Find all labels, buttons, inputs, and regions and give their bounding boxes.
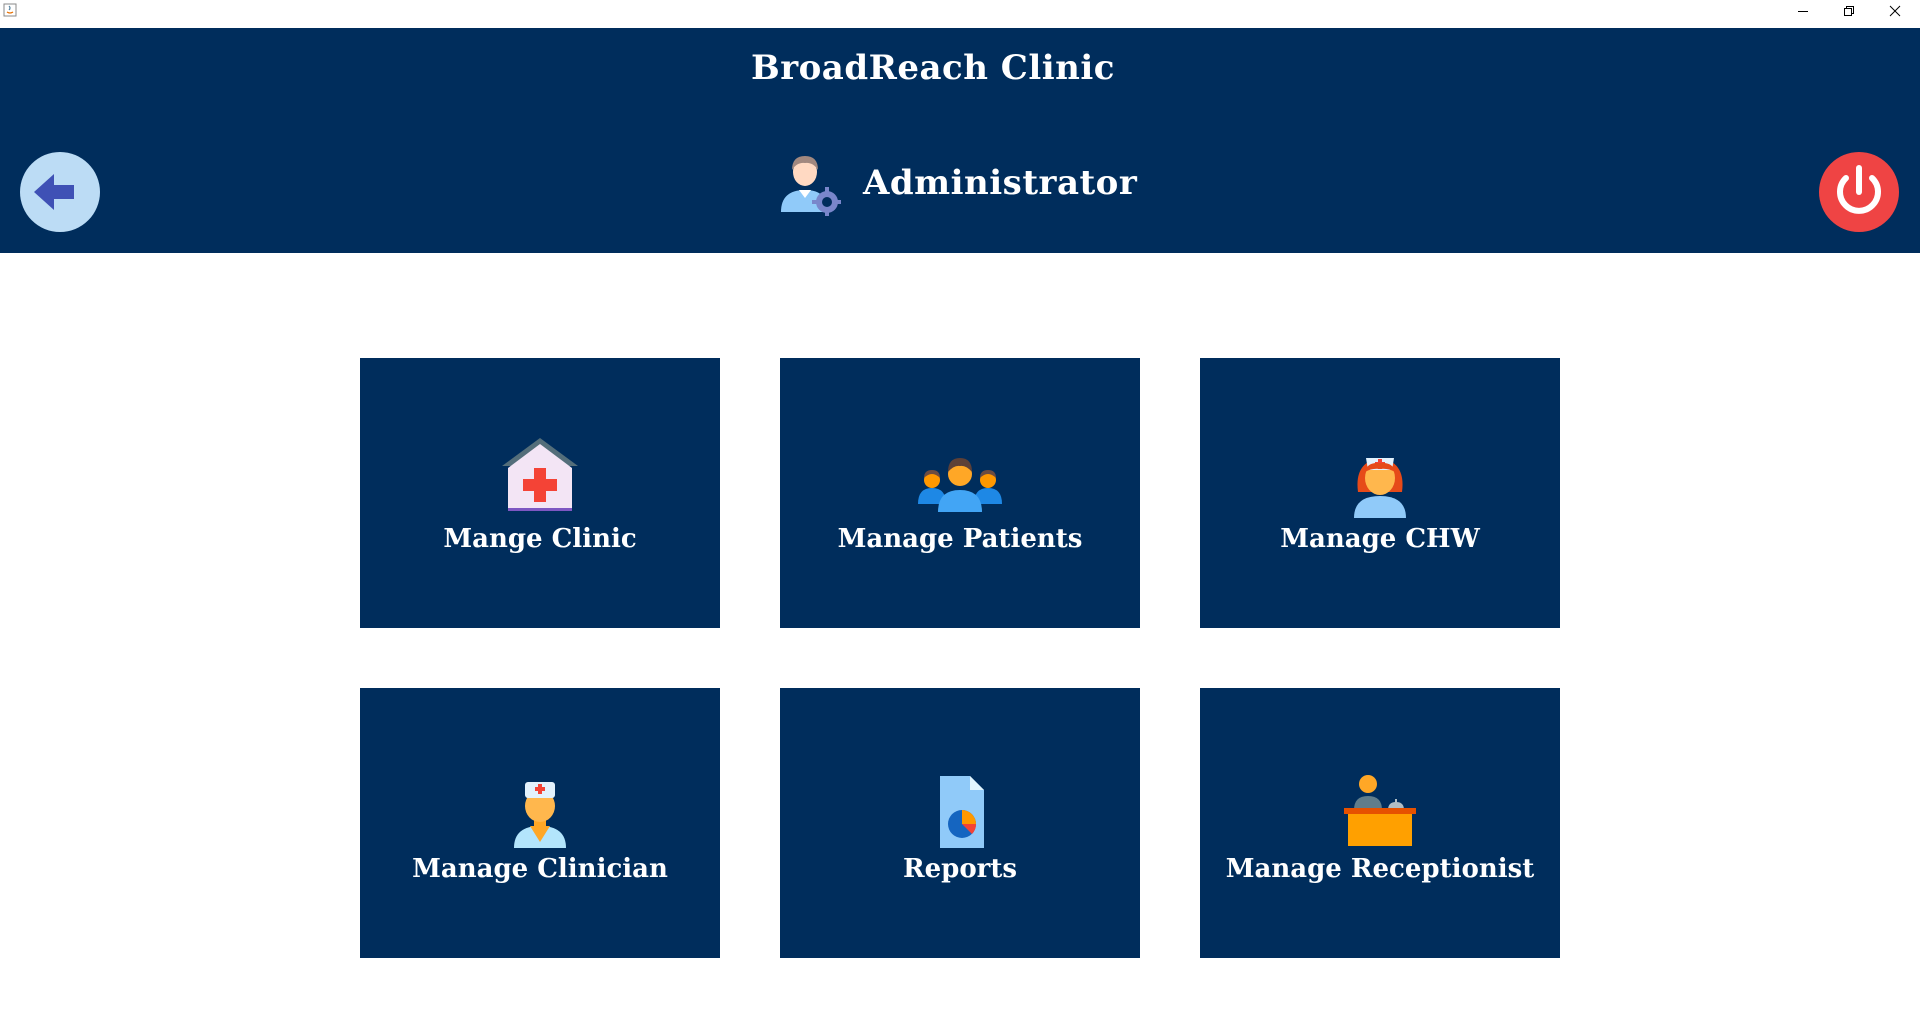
tile-label: Manage Receptionist xyxy=(1225,854,1535,884)
tile-label: Mange Clinic xyxy=(443,524,637,554)
report-document-icon xyxy=(940,776,984,848)
restore-button[interactable] xyxy=(1826,0,1872,22)
tile-label: Manage Patients xyxy=(837,524,1083,554)
manage-receptionist-button[interactable]: Manage Receptionist xyxy=(1200,688,1560,958)
tile-label: Manage Clinician xyxy=(412,854,668,884)
tile-label: Manage CHW xyxy=(1280,524,1480,554)
header-banner: BroadReach Clinic Administrator xyxy=(0,28,1920,253)
role-header: Administrator xyxy=(775,150,1137,216)
doctor-icon xyxy=(514,782,566,848)
minimize-button[interactable] xyxy=(1780,0,1826,22)
receptionist-desk-icon xyxy=(1344,775,1416,846)
minimize-icon xyxy=(1798,11,1808,12)
nurse-icon xyxy=(1354,458,1406,518)
window-titlebar xyxy=(0,0,1920,28)
manage-patients-button[interactable]: Manage Patients xyxy=(780,358,1140,628)
back-arrow-icon xyxy=(34,174,74,210)
close-icon xyxy=(1889,5,1901,17)
reports-button[interactable]: Reports xyxy=(780,688,1140,958)
restore-icon xyxy=(1844,6,1854,16)
close-button[interactable] xyxy=(1872,0,1918,22)
clinic-building-icon xyxy=(502,438,578,511)
app-window: BroadReach Clinic Administrator Mange Cl… xyxy=(0,0,1920,1033)
patients-group-icon xyxy=(918,458,1002,512)
manage-clinic-button[interactable]: Mange Clinic xyxy=(360,358,720,628)
java-app-icon xyxy=(3,3,17,17)
power-icon xyxy=(1837,165,1881,214)
role-title: Administrator xyxy=(863,163,1138,203)
logout-button[interactable] xyxy=(1819,152,1899,232)
admin-user-gear-icon xyxy=(781,156,841,216)
back-button[interactable] xyxy=(20,152,100,232)
tile-label: Reports xyxy=(902,854,1018,884)
manage-chw-button[interactable]: Manage CHW xyxy=(1200,358,1560,628)
app-title: BroadReach Clinic xyxy=(750,48,1116,88)
manage-clinician-button[interactable]: Manage Clinician xyxy=(360,688,720,958)
